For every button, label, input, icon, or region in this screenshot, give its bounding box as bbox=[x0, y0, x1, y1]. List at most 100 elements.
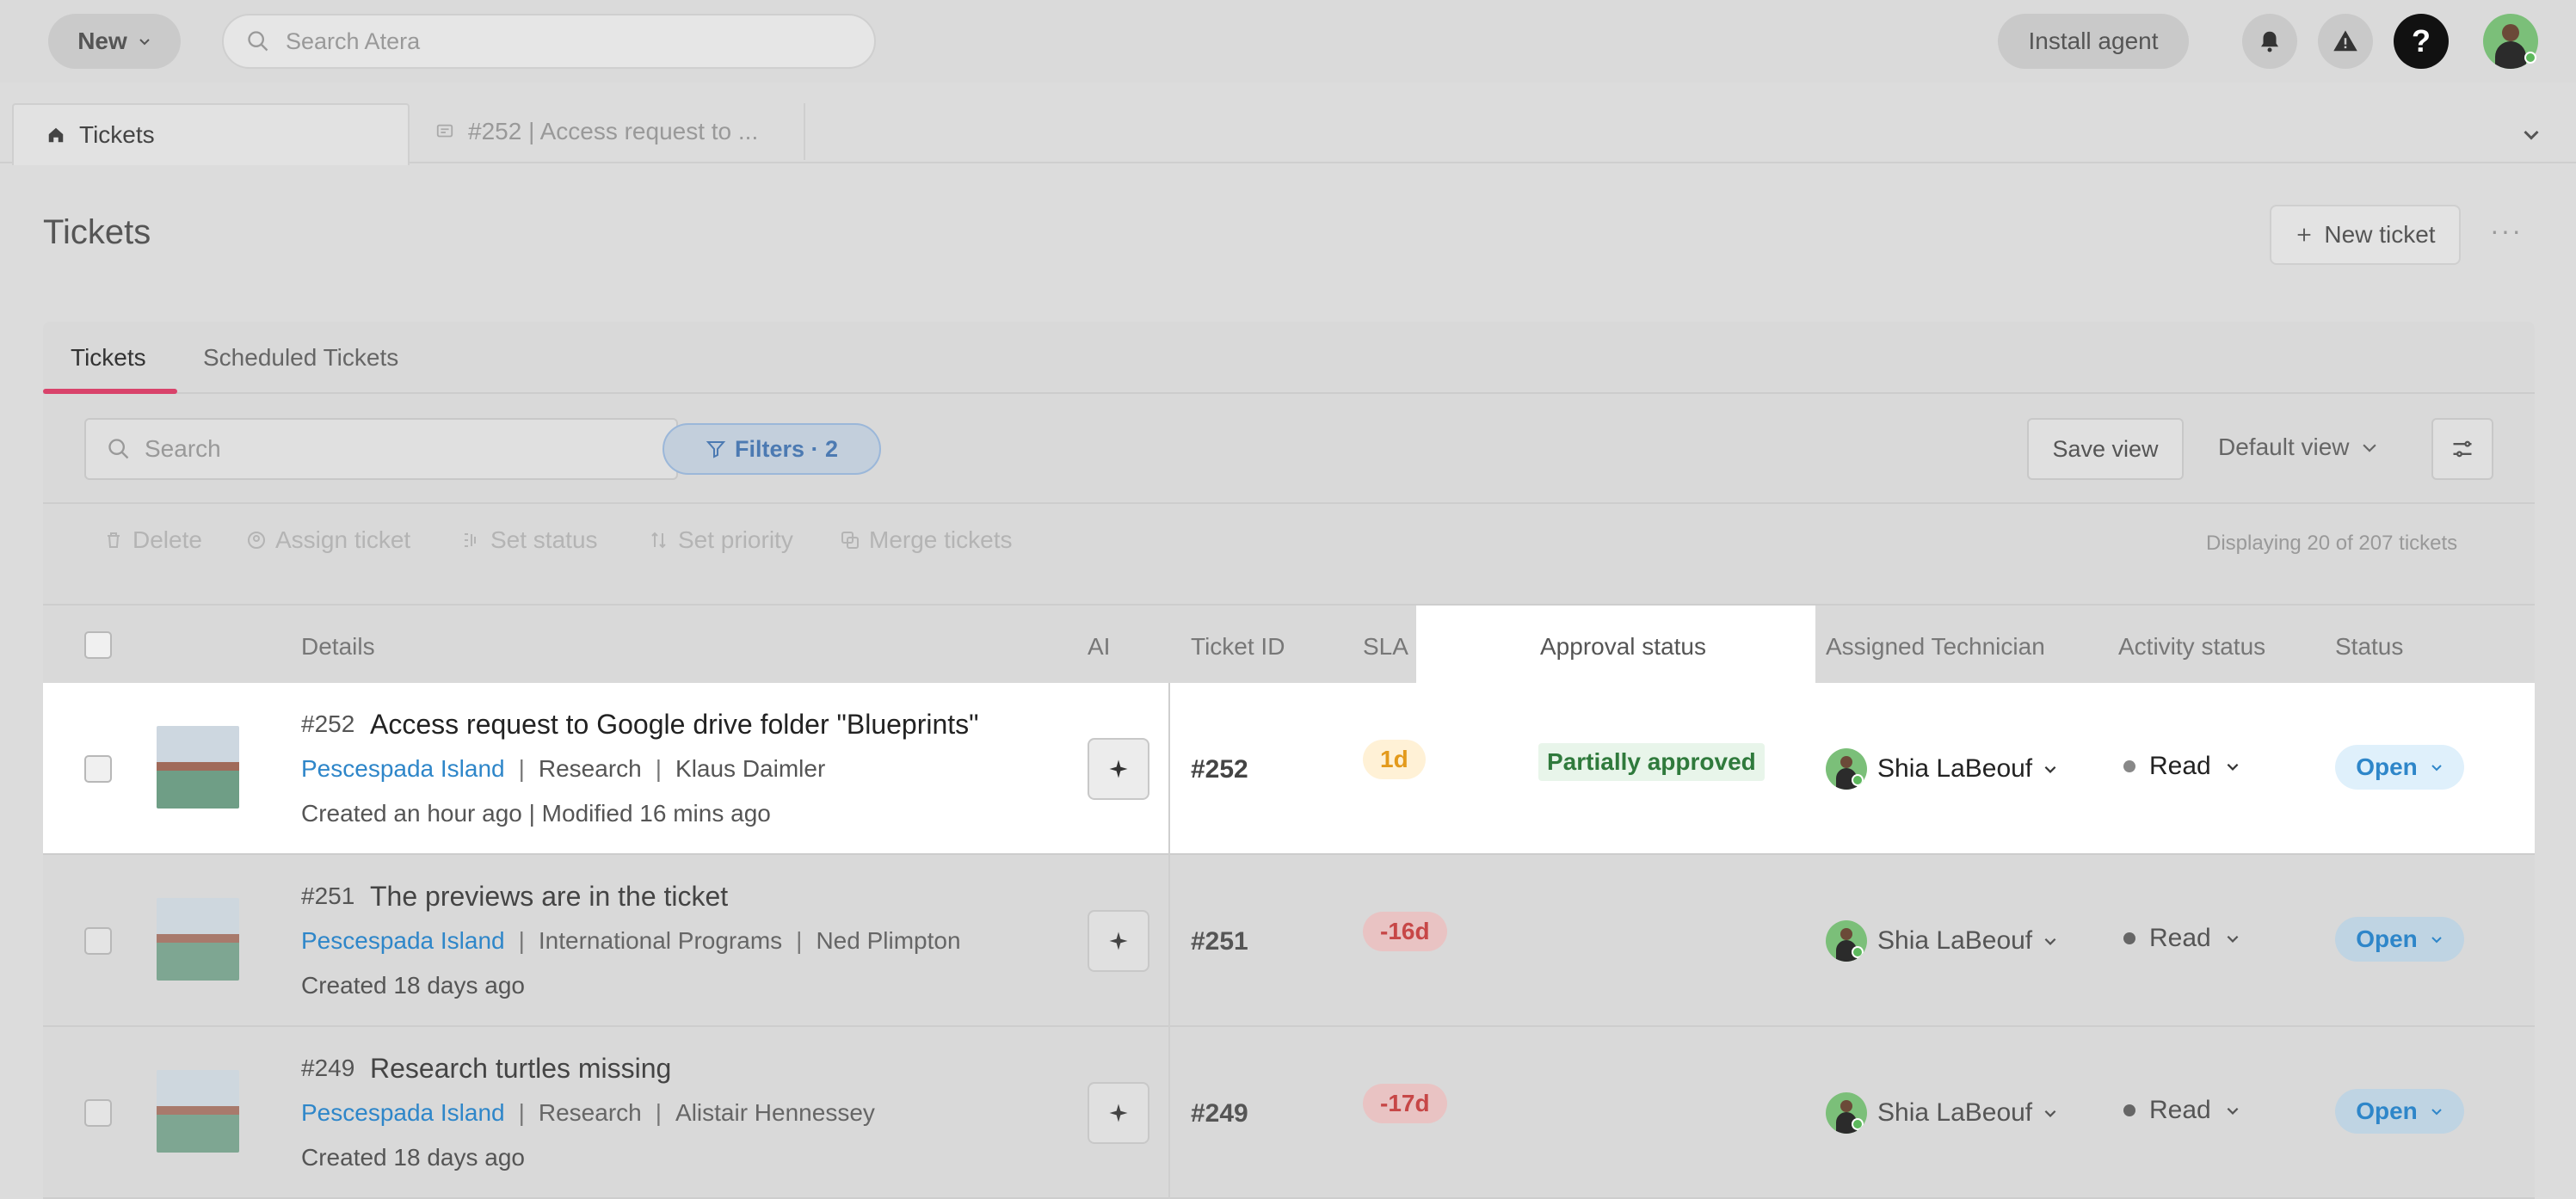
column-settings-button[interactable] bbox=[2431, 418, 2493, 480]
activity-status-dropdown[interactable]: Read bbox=[2123, 1096, 2240, 1125]
bulk-actions-toolbar: Delete Assign ticket Set status Set prio… bbox=[43, 502, 2535, 576]
sla-badge: 1d bbox=[1363, 740, 1426, 779]
activity-status-dropdown[interactable]: Read bbox=[2123, 924, 2240, 953]
ticket-number: #252 bbox=[301, 710, 355, 737]
delete-button[interactable]: Delete bbox=[103, 526, 202, 554]
ticket-meta: Pescespada Island | International Progra… bbox=[301, 927, 961, 955]
new-button[interactable]: New bbox=[48, 14, 181, 69]
merge-tickets-button[interactable]: Merge tickets bbox=[840, 526, 1013, 554]
technician-name: Shia LaBeouf bbox=[1877, 1098, 2033, 1127]
status-value: Open bbox=[2356, 1098, 2418, 1124]
sla-badge: -16d bbox=[1363, 912, 1447, 951]
chevron-down-icon bbox=[2431, 765, 2442, 772]
more-options-button[interactable]: ··· bbox=[2490, 215, 2523, 247]
approval-status-value: Partially approved bbox=[1547, 748, 1756, 775]
technician-dropdown[interactable]: Shia LaBeouf bbox=[1826, 1092, 2058, 1134]
col-activity-status[interactable]: Activity status bbox=[2118, 633, 2265, 661]
avatar bbox=[1826, 1092, 1867, 1134]
install-agent-button[interactable]: Install agent bbox=[1998, 14, 2189, 69]
customer-link[interactable]: Pescespada Island bbox=[301, 927, 505, 955]
row-checkbox[interactable] bbox=[84, 755, 112, 783]
chevron-down-icon bbox=[2227, 935, 2239, 943]
status-dropdown[interactable]: Open bbox=[2335, 745, 2464, 790]
customer-link[interactable]: Pescespada Island bbox=[301, 755, 505, 783]
ai-button[interactable] bbox=[1088, 910, 1149, 972]
ticket-id[interactable]: #249 bbox=[1191, 1099, 1248, 1128]
status-value: Open bbox=[2356, 925, 2418, 952]
chevron-down-icon bbox=[2044, 766, 2056, 773]
alerts-button[interactable] bbox=[2318, 14, 2373, 69]
col-sla[interactable]: SLA bbox=[1363, 633, 1408, 661]
col-ticket-id[interactable]: Ticket ID bbox=[1191, 633, 1285, 661]
department: Research bbox=[538, 1099, 642, 1126]
row-checkbox[interactable] bbox=[84, 1099, 112, 1127]
tab-ticket-252[interactable]: #252 | Access request to ... bbox=[435, 103, 805, 160]
set-priority-button[interactable]: Set priority bbox=[649, 526, 793, 554]
global-search-placeholder: Search Atera bbox=[286, 28, 421, 54]
contact: Ned Plimpton bbox=[816, 927, 961, 954]
technician-dropdown[interactable]: Shia LaBeouf bbox=[1826, 748, 2058, 790]
sparkle-icon bbox=[1109, 759, 1128, 778]
activity-dot bbox=[2123, 932, 2135, 944]
col-approval-status[interactable]: Approval status bbox=[1540, 633, 1706, 661]
ticket-title[interactable]: The previews are in the ticket bbox=[370, 881, 728, 913]
chevron-down-icon bbox=[139, 39, 150, 46]
ticket-title[interactable]: Research turtles missing bbox=[370, 1053, 671, 1085]
assign-ticket-button[interactable]: Assign ticket bbox=[246, 526, 410, 554]
col-details[interactable]: Details bbox=[301, 633, 375, 661]
sla-value: -16d bbox=[1380, 918, 1430, 944]
global-search-input[interactable]: Search Atera bbox=[222, 14, 876, 69]
col-status[interactable]: Status bbox=[2335, 633, 2403, 661]
merge-tickets-label: Merge tickets bbox=[869, 526, 1013, 553]
ticket-icon bbox=[436, 124, 453, 138]
tabs-overflow-button[interactable] bbox=[2521, 124, 2542, 149]
new-ticket-button[interactable]: New ticket bbox=[2270, 205, 2461, 265]
activity-status-dropdown[interactable]: Read bbox=[2123, 752, 2240, 781]
sparkle-icon bbox=[1109, 932, 1128, 950]
ticket-meta: Pescespada Island | Research | Alistair … bbox=[301, 1099, 875, 1127]
filters-button[interactable]: Filters · 2 bbox=[662, 423, 881, 475]
technician-name: Shia LaBeouf bbox=[1877, 754, 2033, 783]
column-divider bbox=[1168, 683, 1170, 855]
filter-icon bbox=[706, 441, 726, 458]
table-row[interactable]: #249 Research turtles missing Pescespada… bbox=[43, 1027, 2535, 1199]
set-status-button[interactable]: Set status bbox=[461, 526, 598, 554]
activity-status-value: Read bbox=[2149, 752, 2211, 780]
tab-tickets[interactable]: Tickets bbox=[12, 103, 410, 165]
default-view-dropdown[interactable]: Default view bbox=[2218, 433, 2379, 461]
col-assigned-technician[interactable]: Assigned Technician bbox=[1826, 633, 2045, 661]
table-row[interactable]: #251 The previews are in the ticket Pesc… bbox=[43, 855, 2535, 1027]
sub-tabs: Tickets Scheduled Tickets bbox=[43, 322, 2535, 394]
chevron-down-icon bbox=[2431, 1109, 2442, 1116]
customer-thumbnail bbox=[157, 1070, 239, 1153]
tab-ticket-252-label: #252 | Access request to ... bbox=[468, 118, 759, 144]
sla-badge: -17d bbox=[1363, 1084, 1447, 1123]
ticket-number: #249 bbox=[301, 1055, 355, 1081]
sparkle-icon bbox=[1109, 1104, 1128, 1122]
help-button[interactable]: ? bbox=[2394, 14, 2449, 69]
delete-label: Delete bbox=[132, 526, 202, 553]
row-checkbox[interactable] bbox=[84, 927, 112, 955]
table-row[interactable]: #252 Access request to Google drive fold… bbox=[43, 683, 2535, 855]
status-dropdown[interactable]: Open bbox=[2335, 1089, 2464, 1134]
col-ai[interactable]: AI bbox=[1088, 633, 1110, 661]
ticket-title[interactable]: Access request to Google drive folder "B… bbox=[370, 709, 979, 741]
ai-button[interactable] bbox=[1088, 1082, 1149, 1144]
tab-bar: Tickets #252 | Access request to ... bbox=[0, 89, 2576, 165]
ticket-id[interactable]: #251 bbox=[1191, 927, 1248, 956]
approval-status-header-bg: Approval status bbox=[1416, 606, 1815, 685]
ai-button[interactable] bbox=[1088, 738, 1149, 800]
sub-tab-scheduled[interactable]: Scheduled Tickets bbox=[203, 344, 398, 372]
technician-dropdown[interactable]: Shia LaBeouf bbox=[1826, 920, 2058, 962]
ticket-id[interactable]: #252 bbox=[1191, 755, 1248, 784]
select-all-checkbox[interactable] bbox=[84, 631, 112, 659]
chevron-down-icon bbox=[2227, 1107, 2239, 1115]
save-view-button[interactable]: Save view bbox=[2027, 418, 2184, 480]
department: International Programs bbox=[538, 927, 783, 954]
assign-ticket-label: Assign ticket bbox=[275, 526, 411, 553]
status-dropdown[interactable]: Open bbox=[2335, 917, 2464, 962]
ticket-search-input[interactable]: Search bbox=[84, 418, 678, 480]
sub-tab-tickets[interactable]: Tickets bbox=[71, 344, 146, 372]
customer-link[interactable]: Pescespada Island bbox=[301, 1099, 505, 1127]
notifications-button[interactable] bbox=[2242, 14, 2297, 69]
